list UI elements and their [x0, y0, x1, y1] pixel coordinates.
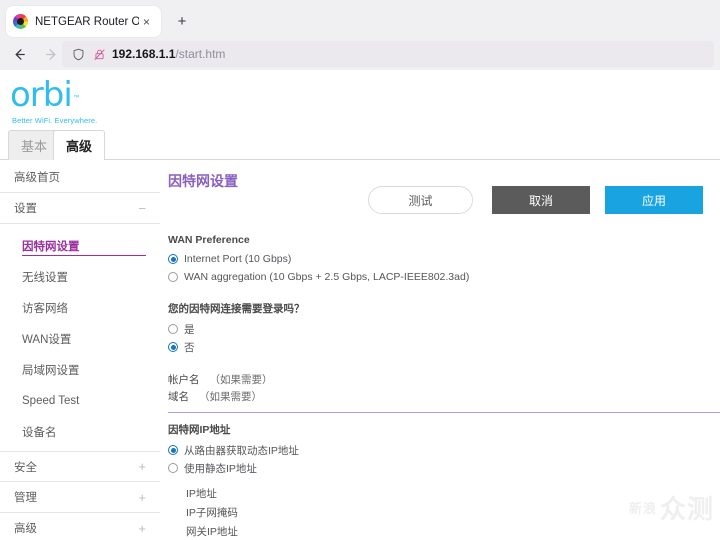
sidebar-item-device-name[interactable]: 设备名	[0, 416, 160, 447]
internet-ip-option-dynamic[interactable]: 从路由器获取动态IP地址	[168, 442, 720, 458]
radio-icon[interactable]	[168, 463, 178, 473]
radio-icon[interactable]	[168, 324, 178, 334]
new-tab-button[interactable]: +	[172, 11, 192, 31]
sidebar-item-administration[interactable]: 管理 +	[0, 482, 160, 513]
sidebar-item-advanced[interactable]: 高级 +	[0, 513, 160, 540]
plus-icon[interactable]: +	[138, 522, 146, 535]
watermark-small-text: 新浪	[628, 501, 657, 516]
radio-icon[interactable]	[168, 342, 178, 352]
orbi-tagline: Better WiFi. Everywhere.	[12, 116, 98, 125]
action-button-row: 测试 取消 应用	[160, 186, 720, 218]
sidebar-item-wireless-setup[interactable]: 无线设置	[0, 261, 160, 292]
cancel-button[interactable]: 取消	[492, 186, 590, 214]
login-required-label: 您的因特网连接需要登录吗？	[168, 303, 305, 315]
back-arrow-icon[interactable]	[6, 41, 32, 67]
trademark-mark: ™	[72, 94, 81, 103]
browser-navbar: 192.168.1.1/start.htm	[0, 38, 720, 70]
plus-icon[interactable]: +	[138, 491, 146, 504]
address-bar[interactable]: 192.168.1.1/start.htm	[62, 41, 714, 67]
url-path: /start.htm	[175, 47, 226, 61]
forward-arrow-icon	[38, 41, 64, 67]
domain-name-label: 域名	[168, 391, 189, 403]
account-name-label: 帐户名	[168, 374, 200, 386]
login-required-option-yes[interactable]: 是	[168, 321, 720, 337]
orbi-logo: orbi™	[10, 75, 81, 115]
radio-icon[interactable]	[168, 254, 178, 264]
section-tabs: 基本 高级	[0, 128, 720, 161]
sidebar-item-label: 高级	[14, 523, 37, 535]
browser-chrome: NETGEAR Router Orbi × +	[0, 0, 720, 70]
sidebar-item-label: 管理	[14, 492, 37, 504]
watermark-large-text: 众测	[659, 494, 714, 524]
browser-tabstrip: NETGEAR Router Orbi × +	[0, 0, 720, 38]
sidebar-item-security[interactable]: 安全 +	[0, 451, 160, 482]
wan-preference-option-internet-port[interactable]: Internet Port (10 Gbps)	[168, 251, 720, 267]
radio-label: 否	[184, 341, 195, 354]
radio-label: Internet Port (10 Gbps)	[184, 253, 292, 265]
apply-button[interactable]: 应用	[605, 186, 703, 214]
domain-name-hint: （如果需要）	[199, 391, 262, 403]
domain-name-field-label: 域名 （如果需要）	[168, 388, 720, 405]
close-icon[interactable]: ×	[139, 14, 154, 29]
sidebar-item-lan-setup[interactable]: 局域网设置	[0, 354, 160, 385]
test-button[interactable]: 测试	[368, 186, 473, 214]
wan-preference-label: WAN Preference	[168, 234, 250, 246]
sidebar-item-setup[interactable]: 设置 −	[0, 193, 160, 224]
address-bar-url: 192.168.1.1/start.htm	[112, 47, 225, 61]
plus-icon[interactable]: +	[138, 460, 146, 473]
main-content: 因特网设置 测试 取消 应用 WAN Preference Internet P…	[160, 162, 720, 540]
sidebar-item-guest-network[interactable]: 访客网络	[0, 292, 160, 323]
radio-label: WAN aggregation (10 Gbps + 2.5 Gbps, LAC…	[184, 271, 470, 283]
radio-label: 从路由器获取动态IP地址	[184, 444, 299, 457]
tabs-baseline	[0, 159, 720, 160]
sidebar-item-wan-setup[interactable]: WAN设置	[0, 323, 160, 354]
screenshot-root: NETGEAR Router Orbi × +	[0, 0, 720, 540]
orbi-logo-text: orbi	[10, 75, 73, 115]
sidebar-item-label: 设置	[14, 203, 37, 215]
shield-icon[interactable]	[70, 46, 86, 62]
netgear-favicon-icon	[13, 14, 28, 29]
section-divider	[168, 412, 720, 413]
minus-icon[interactable]: −	[138, 202, 146, 215]
sidebar: 高级首页 设置 − 因特网设置 无线设置 访客网络 WAN设置 局域网设置 Sp…	[0, 162, 160, 540]
radio-label: 是	[184, 323, 195, 336]
lock-crossed-icon[interactable]	[91, 46, 107, 62]
internet-ip-option-static[interactable]: 使用静态IP地址	[168, 460, 720, 476]
radio-icon[interactable]	[168, 272, 178, 282]
radio-icon[interactable]	[168, 445, 178, 455]
sidebar-item-label: 安全	[14, 461, 37, 474]
sidebar-item-internet-setup[interactable]: 因特网设置	[0, 230, 160, 261]
sidebar-item-label: 高级首页	[14, 172, 60, 184]
internet-ip-label: 因特网IP地址	[168, 424, 231, 436]
account-name-field-label: 帐户名 （如果需要）	[168, 371, 720, 388]
url-host: 192.168.1.1	[112, 47, 176, 61]
browser-tab[interactable]: NETGEAR Router Orbi ×	[6, 6, 161, 37]
wan-preference-option-wan-aggregation[interactable]: WAN aggregation (10 Gbps + 2.5 Gbps, LAC…	[168, 269, 720, 285]
watermark: 新浪 众测	[604, 486, 714, 532]
login-required-option-no[interactable]: 否	[168, 339, 720, 355]
tab-advanced[interactable]: 高级	[53, 130, 106, 161]
account-name-hint: （如果需要）	[209, 374, 273, 386]
sidebar-item-advanced-home[interactable]: 高级首页	[0, 162, 160, 193]
sidebar-item-speed-test[interactable]: Speed Test	[0, 385, 160, 416]
browser-tab-title: NETGEAR Router Orbi	[35, 15, 139, 28]
radio-label: 使用静态IP地址	[184, 462, 257, 475]
